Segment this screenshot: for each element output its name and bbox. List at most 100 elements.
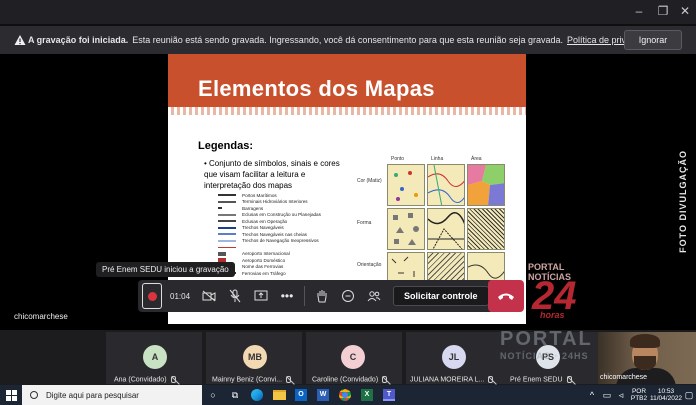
- minimize-button[interactable]: –: [632, 4, 646, 18]
- record-dot-icon: [147, 291, 157, 301]
- person-beard: [634, 356, 656, 370]
- legend-label: Aeroporto Internacional: [242, 251, 290, 257]
- taskbar-search-input[interactable]: Digite aqui para pesquisar: [22, 385, 202, 405]
- participant-name: Caroline (Convidado): [312, 376, 388, 383]
- edge-icon[interactable]: [246, 385, 268, 405]
- recording-tooltip: Pré Enem SEDU iniciou a gravação: [96, 262, 235, 277]
- column-label: Área: [471, 156, 482, 162]
- window-title-bar: – ❐ ✕: [0, 0, 696, 24]
- presenter-name: chicomarchese: [14, 312, 68, 321]
- participants-icon[interactable]: [361, 284, 387, 308]
- row-label: Orientação: [357, 262, 382, 268]
- map-cell: [467, 164, 505, 206]
- map-cell: [387, 208, 425, 250]
- more-options-icon[interactable]: •••: [274, 284, 300, 308]
- raise-hand-icon[interactable]: [309, 284, 335, 308]
- legend-heading: Legendas:: [198, 140, 254, 152]
- mic-off-icon: [286, 376, 292, 383]
- warning-icon: [14, 35, 26, 45]
- participant-name: Ana (Convidado): [114, 376, 176, 383]
- logo-line: horas: [540, 310, 565, 320]
- legend-list: Portos Marítimos Terminais Hidroviários …: [218, 192, 338, 277]
- banner-bold-text: A gravação foi iniciada.: [28, 35, 129, 45]
- legend-label: Aeroporto Doméstico: [242, 257, 286, 263]
- system-tray: ^ ▭ ◃ POR PTB2 10:53 11/04/2022 ▢: [584, 385, 696, 405]
- map-cell: [387, 164, 425, 206]
- share-screen-icon[interactable]: [248, 284, 274, 308]
- self-name: chicomarchese: [600, 374, 648, 381]
- show-hidden-icons[interactable]: ^: [584, 385, 600, 405]
- search-icon: [30, 391, 38, 399]
- legend-label: Terminais Hidroviários Interiores: [242, 199, 308, 205]
- mic-off-icon: [382, 376, 388, 383]
- clock-date: 11/04/2022: [650, 395, 683, 402]
- request-control-button[interactable]: Solicitar controle: [393, 286, 489, 306]
- column-label: Linha: [431, 156, 444, 162]
- task-view-icon[interactable]: ○: [202, 385, 224, 405]
- mic-off-icon: [488, 376, 494, 383]
- participant-name: JULIANA MOREIRA L...: [410, 376, 494, 383]
- mic-off-icon: [170, 376, 176, 383]
- watermark-line: PORTAL: [500, 328, 593, 350]
- windows-logo-icon: [5, 389, 17, 401]
- task-switch-icon[interactable]: ⧉: [224, 385, 246, 405]
- legend-label: Trechos Navegáveis nas cheias: [242, 231, 307, 237]
- banner-text: Esta reunião está sendo gravada. Ingress…: [132, 35, 563, 45]
- notifications-icon[interactable]: ▢: [682, 385, 696, 405]
- mic-off-icon: [566, 376, 572, 383]
- portal-watermark: PORTAL NOTÍCIAS · 24HS: [500, 328, 593, 361]
- map-cell: [467, 208, 505, 250]
- taskbar-clock[interactable]: 10:53 11/04/2022: [650, 388, 682, 402]
- map-cell: [427, 164, 465, 206]
- teams-icon[interactable]: T: [378, 385, 400, 405]
- map-cell: [427, 208, 465, 250]
- meeting-timer: 01:04: [170, 291, 191, 301]
- legend-label: Eclusas em Construção ou Planejadas: [242, 212, 321, 218]
- participant-name: Pré Enem SEDU: [510, 376, 572, 383]
- avatar: A: [143, 345, 167, 369]
- language-indicator[interactable]: POR PTB2: [628, 388, 650, 402]
- word-icon[interactable]: W: [312, 385, 334, 405]
- network-icon[interactable]: ▭: [600, 385, 614, 405]
- keyboard-layout: PTB2: [630, 395, 648, 402]
- row-label: Forma: [357, 220, 372, 226]
- chat-icon[interactable]: [335, 284, 361, 308]
- toolbar-divider: [304, 286, 306, 306]
- photo-credit-watermark: FOTO DIVULGAÇÃO: [678, 150, 688, 253]
- legend-label: Trechos Navegáveis: [242, 225, 284, 231]
- legend-label: Portos Marítimos: [242, 192, 277, 198]
- restore-button[interactable]: ❐: [656, 4, 670, 18]
- volume-icon[interactable]: ◃: [614, 385, 628, 405]
- avatar: JL: [442, 345, 466, 369]
- outlook-icon[interactable]: O: [290, 385, 312, 405]
- slide-title: Elementos dos Mapas: [198, 76, 435, 101]
- recording-banner: A gravação foi iniciada. Esta reunião es…: [0, 26, 696, 54]
- person-hair: [630, 334, 660, 348]
- close-button[interactable]: ✕: [678, 4, 692, 18]
- language-code: POR: [631, 388, 647, 395]
- watermark-line: NOTÍCIAS · 24HS: [500, 351, 589, 361]
- legend-label: Ferrovias em Tráfego: [242, 270, 286, 276]
- column-label: Ponto: [391, 156, 405, 162]
- clock-time: 10:53: [657, 388, 675, 395]
- file-explorer-icon[interactable]: [268, 385, 290, 405]
- legend-label: Eclusas em Operação: [242, 218, 288, 224]
- avatar: MB: [243, 345, 267, 369]
- windows-start-button[interactable]: [0, 385, 22, 405]
- legend-label: Trechos de Navegação Inexpressivos: [242, 238, 319, 244]
- camera-off-icon[interactable]: [196, 284, 222, 308]
- recording-indicator[interactable]: [142, 283, 162, 309]
- search-placeholder: Digite aqui para pesquisar: [46, 390, 139, 400]
- legend-row: Ferrovias em Tráfego: [218, 270, 338, 277]
- chrome-icon[interactable]: [334, 385, 356, 405]
- row-label: Cor (Matiz): [357, 178, 382, 184]
- ignore-button[interactable]: Ignorar: [624, 30, 682, 50]
- avatar: C: [341, 345, 365, 369]
- legend-description: • Conjunto de símbolos, sinais e cores q…: [204, 159, 340, 190]
- mic-off-icon[interactable]: [222, 284, 248, 308]
- participant-name: Mainny Beniz (Convi...: [212, 376, 292, 383]
- legend-label: Barragens: [242, 205, 264, 211]
- excel-icon[interactable]: X: [356, 385, 378, 405]
- legend-label: Nome das Ferrovias: [242, 264, 284, 270]
- logo-line: PORTAL: [528, 262, 565, 272]
